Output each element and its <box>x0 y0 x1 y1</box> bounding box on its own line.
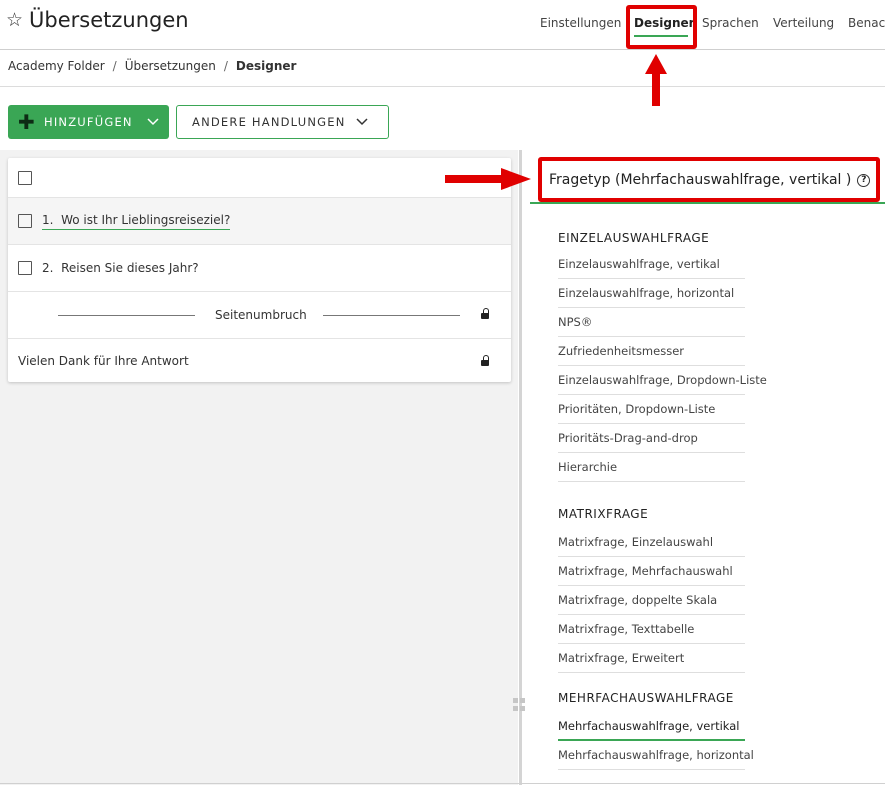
question-title[interactable]: 1. Wo ist Ihr Lieblingsreiseziel? <box>42 212 231 230</box>
select-all-row <box>8 158 511 198</box>
nav-item-sprachen[interactable]: Sprachen <box>702 16 759 30</box>
nav-item-benachrichtigungen[interactable]: Benac <box>848 16 885 30</box>
type-option-selected[interactable]: Mehrfachauswahlfrage, vertikal <box>558 712 745 741</box>
type-option[interactable]: Zufriedenheitsmesser <box>558 337 745 366</box>
annotation-box-question-type <box>538 157 880 202</box>
question-type-panel: Fragetyp (Mehrfachauswahlfrage, vertikal… <box>530 150 885 785</box>
type-option[interactable]: Einzelauswahlfrage, Dropdown-Liste <box>558 366 767 395</box>
nav-item-einstellungen[interactable]: Einstellungen <box>540 16 621 30</box>
plus-icon: ✚ <box>18 110 36 134</box>
question-text: Reisen Sie dieses Jahr? <box>61 261 199 275</box>
top-bar: ☆ Übersetzungen Einstellungen Designer S… <box>0 0 885 50</box>
section-title-multiple-choice: MEHRFACHAUSWAHLFRAGE <box>558 691 734 705</box>
type-option[interactable]: Hierarchie <box>558 453 745 482</box>
breadcrumb-item-folder[interactable]: Academy Folder <box>8 59 105 73</box>
star-icon[interactable]: ☆ <box>6 9 23 31</box>
select-all-checkbox[interactable] <box>18 170 32 185</box>
question-checkbox[interactable] <box>18 261 32 275</box>
divider <box>0 86 885 87</box>
type-option[interactable]: Mehrfachauswahlfrage, horizontal <box>558 741 754 770</box>
app-title: ☆ Übersetzungen <box>6 8 189 32</box>
question-checkbox[interactable] <box>18 214 32 228</box>
type-option[interactable]: Matrixfrage, Texttabelle <box>558 615 745 644</box>
section-title-matrix: MATRIXFRAGE <box>558 507 649 521</box>
question-number: 2. <box>42 261 54 275</box>
question-number: 1. <box>42 212 54 227</box>
annotation-box-designer <box>626 5 697 49</box>
chevron-down-icon <box>355 118 368 126</box>
other-actions-label: ANDERE HANDLUNGEN <box>192 115 346 129</box>
annotation-arrow-right-icon <box>445 168 531 190</box>
question-row[interactable]: 1. Wo ist Ihr Lieblingsreiseziel? <box>8 198 511 245</box>
type-option[interactable]: Matrixfrage, Mehrfachauswahl <box>558 557 745 586</box>
type-option[interactable]: Matrixfrage, doppelte Skala <box>558 586 745 615</box>
lock-icon <box>481 308 491 320</box>
type-option[interactable]: Prioritäten, Dropdown-Liste <box>558 395 745 424</box>
drag-handle-icon[interactable] <box>513 698 527 712</box>
type-option[interactable]: NPS® <box>558 308 745 337</box>
divider <box>0 783 885 784</box>
question-row[interactable]: 2. Reisen Sie dieses Jahr? <box>8 245 511 292</box>
end-message-row[interactable]: Vielen Dank für Ihre Antwort <box>8 339 511 382</box>
end-message-text: Vielen Dank für Ihre Antwort <box>18 353 189 368</box>
page-break-label: Seitenumbruch <box>215 308 307 322</box>
add-button[interactable]: ✚ HINZUFÜGEN <box>8 105 169 139</box>
type-option[interactable]: Einzelauswahlfrage, horizontal <box>558 279 745 308</box>
question-text: Wo ist Ihr Lieblingsreiseziel? <box>61 212 231 227</box>
divider <box>58 315 195 316</box>
app-title-text: Übersetzungen <box>29 8 189 32</box>
breadcrumb-separator: / <box>223 59 228 73</box>
page-break-row[interactable]: Seitenumbruch <box>8 292 511 339</box>
type-option[interactable]: Matrixfrage, Einzelauswahl <box>558 528 745 557</box>
chevron-down-icon <box>147 118 159 126</box>
annotation-arrow-up-icon <box>645 54 667 106</box>
type-option[interactable]: Prioritäts-Drag-and-drop <box>558 424 745 453</box>
breadcrumb-separator: / <box>112 59 117 73</box>
breadcrumb: Academy Folder / Übersetzungen / Designe… <box>8 59 296 73</box>
lock-icon <box>481 355 491 367</box>
breadcrumb-item-current: Designer <box>235 59 297 73</box>
question-title[interactable]: 2. Reisen Sie dieses Jahr? <box>42 261 199 275</box>
section-title-single-choice: EINZELAUSWAHLFRAGE <box>558 231 710 245</box>
divider <box>323 315 460 316</box>
type-option[interactable]: Matrixfrage, Erweitert <box>558 644 745 673</box>
nav-item-verteilung[interactable]: Verteilung <box>773 16 834 30</box>
panel-splitter[interactable] <box>519 150 522 785</box>
other-actions-button[interactable]: ANDERE HANDLUNGEN <box>176 105 389 139</box>
breadcrumb-item-translations[interactable]: Übersetzungen <box>125 59 216 73</box>
survey-outline-panel: 1. Wo ist Ihr Lieblingsreiseziel? 2. Rei… <box>0 150 518 785</box>
add-button-label: HINZUFÜGEN <box>43 115 133 129</box>
type-option[interactable]: Einzelauswahlfrage, vertikal <box>558 250 745 279</box>
survey-outline-card: 1. Wo ist Ihr Lieblingsreiseziel? 2. Rei… <box>8 158 511 382</box>
